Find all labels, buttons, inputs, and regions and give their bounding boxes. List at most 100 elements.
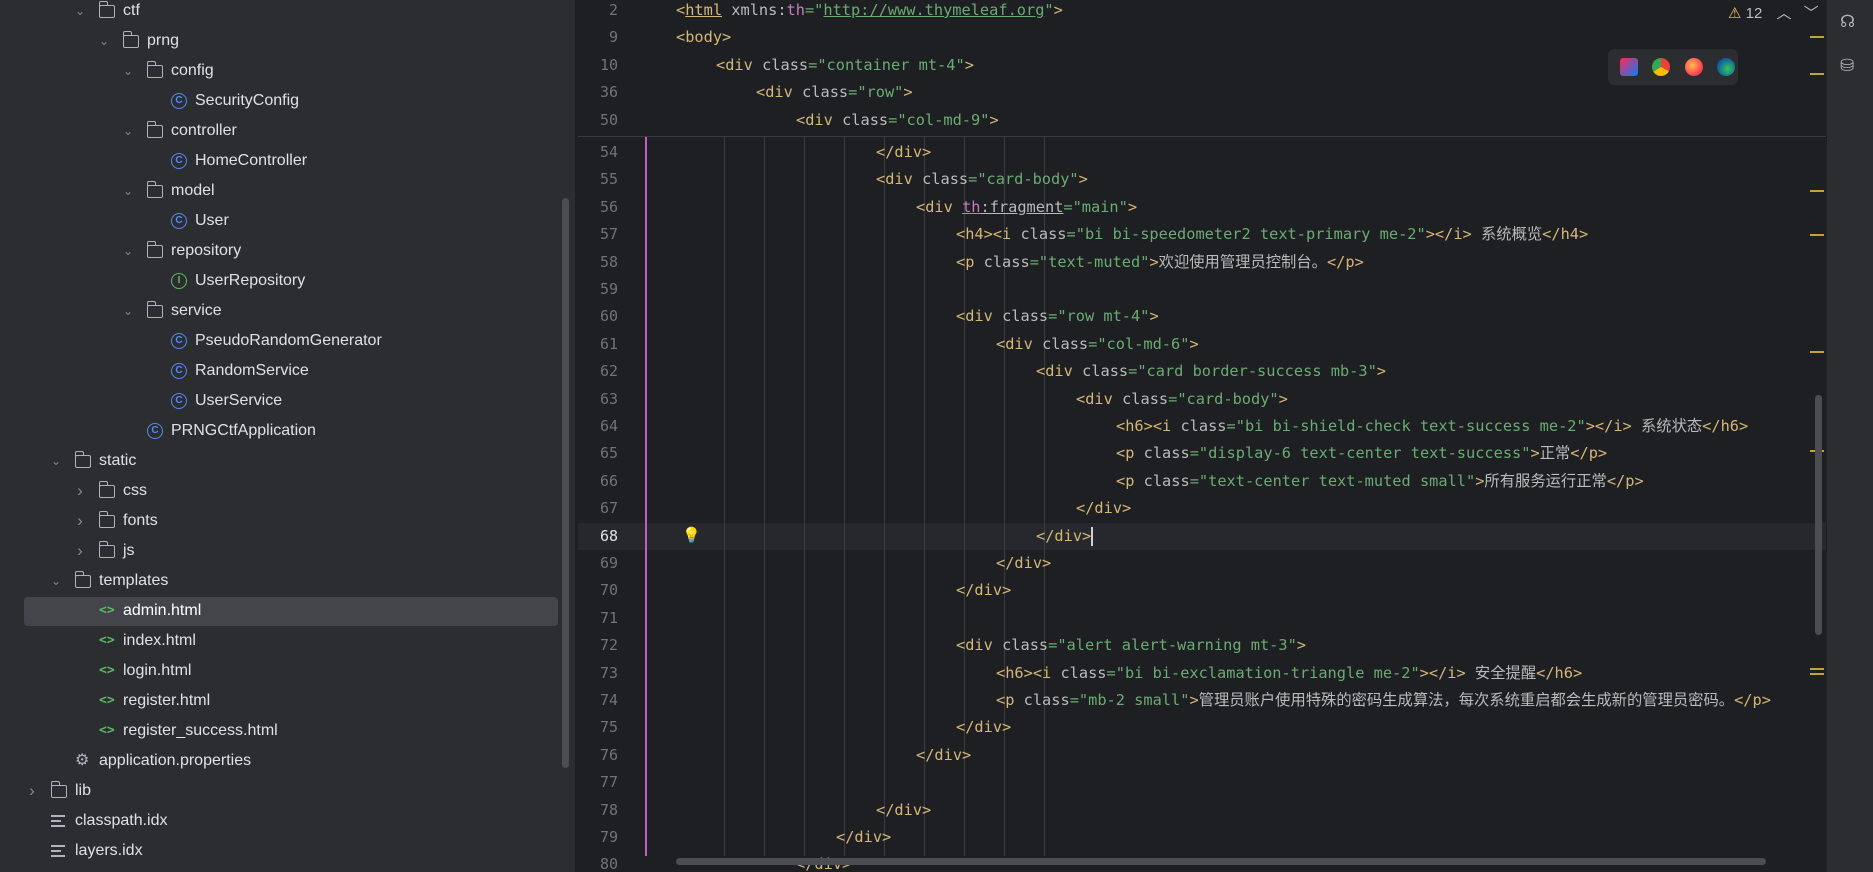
code-line[interactable]: <div class="row">	[756, 79, 913, 106]
folder-icon	[146, 61, 165, 79]
tree-item[interactable]: ⌄ controller	[0, 116, 560, 146]
tree-item[interactable]: <> register_success.html	[0, 716, 560, 746]
folder-icon	[122, 31, 141, 49]
tree-item[interactable]: <> index.html	[0, 626, 560, 656]
code-line[interactable]: <html xmlns:th="http://www.thymeleaf.org…	[676, 0, 1063, 24]
code-line[interactable]: </div>	[836, 824, 891, 851]
code-line[interactable]: <div class="col-md-9">	[796, 107, 999, 134]
code-token: ="col-md-6"	[1088, 334, 1190, 353]
tree-item[interactable]: classpath.idx	[0, 806, 560, 836]
tree-item-label: ctf	[123, 2, 140, 19]
tree-item[interactable]: ⌄ service	[0, 296, 560, 326]
chevron-down-icon[interactable]: ⌄	[121, 116, 135, 146]
code-line[interactable]: <h6><i class="bi bi-exclamation-triangle…	[996, 660, 1582, 687]
warning-marker[interactable]	[1810, 190, 1824, 192]
chevron-down-icon[interactable]: ⌄	[49, 566, 63, 596]
tree-item[interactable]: C RandomService	[0, 356, 560, 386]
tree-item[interactable]: › css	[0, 476, 560, 506]
chevron-down-icon[interactable]: ⌄	[73, 0, 87, 26]
warning-marker[interactable]	[1810, 36, 1824, 38]
tree-item[interactable]: C PRNGCtfApplication	[0, 416, 560, 446]
tree-item[interactable]: ⚙ application.properties	[0, 746, 560, 776]
tree-item[interactable]: › lib	[0, 776, 560, 806]
code-line[interactable]: <div class="card-body">	[1076, 386, 1288, 413]
code-line[interactable]: <p class="text-muted">欢迎使用管理员控制台。</p>	[956, 249, 1364, 276]
code-line[interactable]: </div>	[996, 550, 1051, 577]
tree-item[interactable]: ⌄ model	[0, 176, 560, 206]
chevron-down-icon[interactable]: ⌄	[97, 26, 111, 56]
intellij-icon[interactable]	[1620, 58, 1638, 76]
tree-item[interactable]: <> admin.html	[0, 596, 560, 626]
code-line[interactable]: <h4><i class="bi bi-speedometer2 text-pr…	[956, 221, 1588, 248]
next-highlight-icon[interactable]: ﹀	[1804, 5, 1819, 22]
tree-item[interactable]: ⌄ ctf	[0, 0, 560, 26]
tree-item[interactable]: ⌄ templates	[0, 566, 560, 596]
tree-item[interactable]: › js	[0, 536, 560, 566]
chevron-down-icon[interactable]: ⌄	[121, 56, 135, 86]
warning-marker[interactable]	[1810, 668, 1824, 670]
editor-vertical-scrollbar[interactable]	[1815, 395, 1822, 635]
tree-item[interactable]: C UserService	[0, 386, 560, 416]
code-line[interactable]: </div>	[1036, 523, 1094, 550]
ai-assistant-icon[interactable]: ☊	[1840, 12, 1860, 32]
chevron-down-icon[interactable]: ⌄	[121, 296, 135, 326]
database-icon[interactable]: ⛁	[1840, 56, 1860, 76]
tree-item[interactable]: C HomeController	[0, 146, 560, 176]
code-line[interactable]: </div>	[1076, 495, 1131, 522]
warning-marker[interactable]	[1810, 73, 1824, 75]
code-line[interactable]: </div>	[876, 139, 931, 166]
code-line[interactable]: <body>	[676, 24, 731, 51]
code-line[interactable]: </div>	[916, 742, 971, 769]
chevron-down-icon[interactable]: ⌄	[49, 446, 63, 476]
tree-item[interactable]: ⌄ prng	[0, 26, 560, 56]
code-line[interactable]: <p class="mb-2 small">管理员账户使用特殊的密码生成算法，每…	[996, 687, 1771, 714]
code-line[interactable]: <p class="text-center text-muted small">…	[1116, 468, 1644, 495]
tree-item[interactable]: layers.idx	[0, 836, 560, 866]
chevron-right-icon[interactable]: ›	[73, 506, 87, 536]
code-editor[interactable]: 54 </div> 55 <div class="card-body"> 56 <div …	[578, 0, 1826, 872]
firefox-icon[interactable]	[1685, 58, 1703, 76]
code-line[interactable]: <div class="card border-success mb-3">	[1036, 358, 1386, 385]
code-token: ="main"	[1063, 197, 1128, 216]
code-line[interactable]: </div>	[876, 797, 931, 824]
prev-highlight-icon[interactable]: ︿	[1776, 5, 1791, 22]
warning-marker[interactable]	[1810, 351, 1824, 353]
tree-item[interactable]: C PseudoRandomGenerator	[0, 326, 560, 356]
warning-marker[interactable]	[1810, 673, 1824, 675]
code-token: </div>	[996, 554, 1052, 572]
tree-scrollbar[interactable]	[562, 198, 569, 768]
tree-item[interactable]: ⌄ config	[0, 56, 560, 86]
tree-item[interactable]: <> register.html	[0, 686, 560, 716]
tree-item[interactable]: <> login.html	[0, 656, 560, 686]
intention-bulb-icon[interactable]: 💡	[682, 526, 701, 546]
inspection-widget[interactable]: ⚠ 12 ︿ ﹀	[1728, 2, 1819, 24]
code-line[interactable]: <p class="display-6 text-center text-suc…	[1116, 440, 1607, 467]
code-line[interactable]: <div class="alert alert-warning mt-3">	[956, 632, 1306, 659]
warning-marker[interactable]	[1810, 234, 1824, 236]
tree-item[interactable]: I UserRepository	[0, 266, 560, 296]
tree-item[interactable]: C User	[0, 206, 560, 236]
tree-item[interactable]: ⌄ repository	[0, 236, 560, 266]
code-line[interactable]: </div>	[956, 577, 1011, 604]
chevron-down-icon[interactable]: ⌄	[121, 236, 135, 266]
chrome-icon[interactable]	[1652, 58, 1670, 76]
code-token: </div>	[1076, 499, 1132, 518]
code-line[interactable]: <div class="container mt-4">	[716, 52, 974, 79]
indent-guide	[804, 136, 805, 856]
code-line[interactable]: </div>	[956, 714, 1011, 741]
tree-item[interactable]: › fonts	[0, 506, 560, 536]
editor-horizontal-scrollbar[interactable]	[676, 858, 1766, 865]
tree-item[interactable]: C SecurityConfig	[0, 86, 560, 116]
code-line[interactable]: <h6><i class="bi bi-shield-check text-su…	[1116, 413, 1748, 440]
folder-icon	[74, 571, 93, 589]
chevron-right-icon[interactable]: ›	[25, 776, 39, 806]
chevron-down-icon[interactable]: ⌄	[121, 176, 135, 206]
code-line[interactable]: <div th:fragment="main">	[916, 194, 1137, 221]
edge-icon[interactable]	[1717, 58, 1735, 76]
tree-item[interactable]: ⌄ static	[0, 446, 560, 476]
code-line[interactable]: <div class="row mt-4">	[956, 303, 1159, 330]
code-line[interactable]: <div class="card-body">	[876, 166, 1088, 193]
chevron-right-icon[interactable]: ›	[73, 476, 87, 506]
chevron-right-icon[interactable]: ›	[73, 536, 87, 566]
code-line[interactable]: <div class="col-md-6">	[996, 331, 1199, 358]
